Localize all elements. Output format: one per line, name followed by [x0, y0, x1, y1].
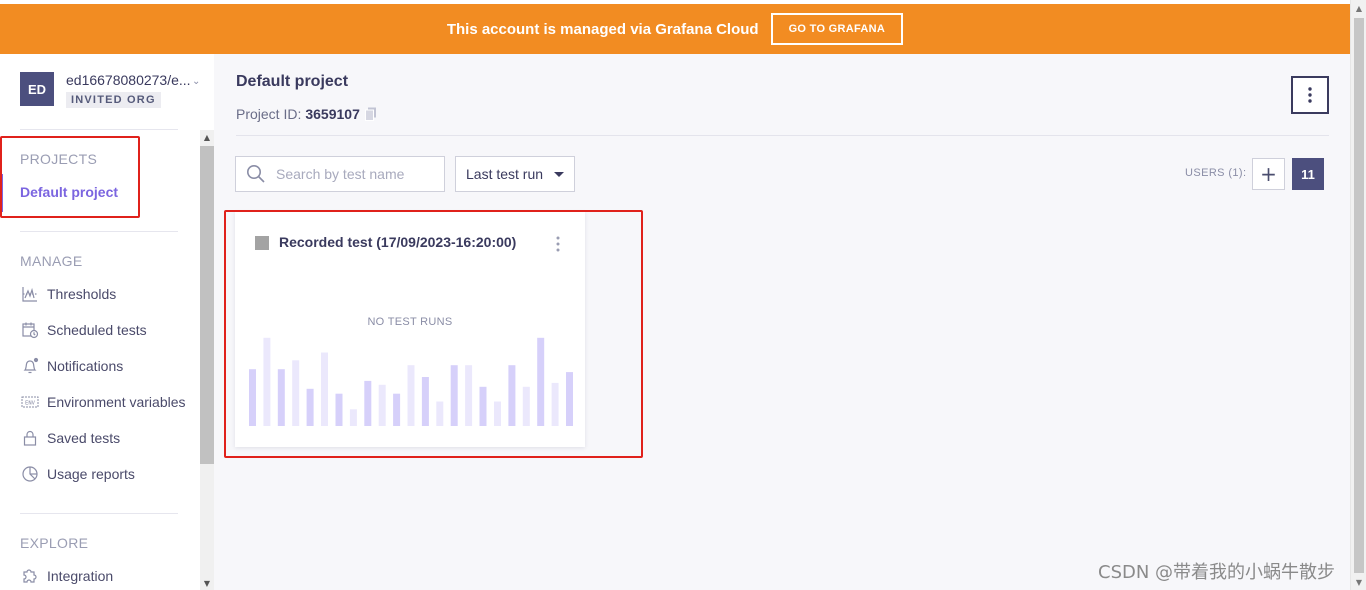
sidebar-item-label: Usage reports	[47, 466, 135, 482]
sidebar-item-environment-variables[interactable]: ENV Environment variables	[20, 393, 186, 411]
add-user-button[interactable]: +	[1252, 158, 1285, 190]
caret-down-icon	[554, 171, 564, 177]
project-menu-button[interactable]	[1291, 76, 1329, 114]
sidebar-item-scheduled-tests[interactable]: Scheduled tests	[20, 321, 147, 339]
chevron-down-icon[interactable]: ⌄	[192, 76, 200, 87]
banner-text: This account is managed via Grafana Clou…	[446, 20, 759, 38]
sort-dropdown[interactable]: Last test run	[455, 156, 575, 192]
plus-icon: +	[1260, 162, 1277, 186]
sort-value: Last test run	[466, 166, 544, 182]
project-id-label: Project ID:	[236, 106, 302, 122]
watermark: CSDN @带着我的小蜗牛散步	[1098, 562, 1336, 583]
sidebar-item-integration[interactable]: Integration	[20, 567, 113, 585]
org-avatar: ED	[20, 72, 54, 106]
sidebar: ED ed16678080273/e... INVITED ORG ⌄ PROJ…	[0, 54, 200, 590]
search-box[interactable]	[235, 156, 445, 192]
users-count-button[interactable]: 11	[1292, 158, 1324, 190]
page-scrollbar-thumb[interactable]	[1354, 18, 1364, 573]
explore-heading: EXPLORE	[20, 535, 89, 551]
thresholds-icon	[20, 285, 40, 303]
org-switcher[interactable]: ED ed16678080273/e... INVITED ORG	[20, 72, 198, 108]
bell-icon	[20, 357, 40, 375]
sidebar-item-thresholds[interactable]: Thresholds	[20, 285, 116, 303]
managed-account-banner: This account is managed via Grafana Clou…	[0, 4, 1350, 54]
page-scrollbar[interactable]: ▲ ▼	[1350, 0, 1366, 590]
highlight-box-test-card	[224, 210, 643, 458]
sidebar-divider	[20, 129, 178, 130]
scroll-down-arrow-icon[interactable]: ▼	[200, 576, 214, 590]
sidebar-item-usage-reports[interactable]: Usage reports	[20, 465, 135, 483]
manage-heading: MANAGE	[20, 253, 83, 269]
sidebar-scrollbar[interactable]: ▲ ▼	[200, 130, 214, 590]
search-input[interactable]	[276, 166, 436, 182]
page-title: Default project	[236, 73, 349, 90]
scroll-down-arrow-icon[interactable]: ▼	[1351, 574, 1366, 590]
calendar-clock-icon	[20, 321, 40, 339]
highlight-box-projects	[0, 136, 140, 218]
sidebar-divider	[20, 231, 178, 232]
sidebar-item-saved-tests[interactable]: Saved tests	[20, 429, 120, 447]
sidebar-item-label: Saved tests	[47, 430, 121, 446]
org-role-badge: INVITED ORG	[66, 92, 161, 108]
sidebar-scrollbar-thumb[interactable]	[200, 146, 214, 464]
scroll-up-arrow-icon[interactable]: ▲	[1351, 0, 1366, 16]
sidebar-item-label: Notifications	[47, 358, 124, 374]
project-id-value: 3659107	[305, 106, 360, 122]
sidebar-divider	[20, 513, 178, 514]
users-label: USERS (1):	[1185, 167, 1247, 179]
svg-text:ENV: ENV	[25, 401, 36, 407]
scroll-up-arrow-icon[interactable]: ▲	[200, 130, 214, 144]
main-divider	[236, 135, 1329, 136]
sidebar-item-label: Environment variables	[47, 394, 186, 410]
org-name: ed16678080273/e...	[66, 72, 191, 88]
search-icon	[247, 165, 265, 183]
sidebar-item-label: Thresholds	[47, 286, 117, 302]
project-id: Project ID: 3659107	[236, 106, 377, 122]
env-icon: ENV	[20, 393, 40, 411]
sidebar-item-label: Integration	[47, 568, 114, 584]
more-vertical-icon	[1308, 87, 1312, 103]
sidebar-item-label: Scheduled tests	[47, 322, 147, 338]
copy-icon[interactable]	[364, 107, 377, 121]
puzzle-icon	[20, 567, 40, 585]
sidebar-item-notifications[interactable]: Notifications	[20, 357, 123, 375]
lock-icon	[20, 429, 40, 447]
pie-chart-icon	[20, 465, 40, 483]
go-to-grafana-button[interactable]: GO TO GRAFANA	[770, 13, 904, 45]
